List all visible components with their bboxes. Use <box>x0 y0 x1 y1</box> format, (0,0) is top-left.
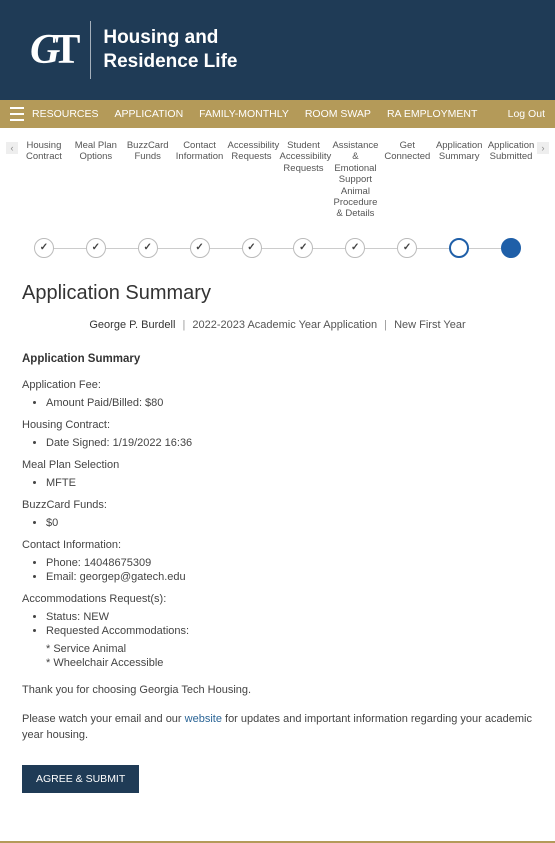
requested-items: * Service Animal * Wheelchair Accessible <box>22 643 533 669</box>
page-title: Application Summary <box>22 282 533 305</box>
accommodations-list: Status: NEW Requested Accommodations: <box>22 611 533 637</box>
step-circle-complete-icon[interactable] <box>293 238 313 258</box>
step-circle-complete-icon[interactable] <box>138 238 158 258</box>
logout-link[interactable]: Log Out <box>508 108 545 120</box>
status-value: NEW <box>83 611 109 623</box>
meta-separator: | <box>178 319 189 331</box>
logo-divider <box>90 21 91 79</box>
nav-resources[interactable]: RESOURCES <box>32 108 99 120</box>
contact-label: Contact Information: <box>22 539 533 551</box>
amount-paid: Amount Paid/Billed: $80 <box>46 397 533 409</box>
date-signed: Date Signed: 1/19/2022 16:36 <box>46 437 533 449</box>
phone-row: Phone: 14048675309 <box>46 557 533 569</box>
step-tracker: ‹ › Housing Contract Meal Plan Options B… <box>0 128 555 268</box>
phone-value: 14048675309 <box>84 557 151 569</box>
nav-ra-employment[interactable]: RA EMPLOYMENT <box>387 108 477 120</box>
step-circles <box>20 238 535 258</box>
dept-title-line2: Residence Life <box>103 50 237 74</box>
meal-plan-label: Meal Plan Selection <box>22 459 533 471</box>
gt-logo: GT <box>30 26 78 74</box>
step-label[interactable]: Contact Information <box>176 140 224 163</box>
app-fee-list: Amount Paid/Billed: $80 <box>22 397 533 409</box>
step-label[interactable]: Get Connected <box>383 140 431 163</box>
meta-separator: | <box>380 319 391 331</box>
buzzcard-list: $0 <box>22 517 533 529</box>
accommodations-label: Accommodations Request(s): <box>22 593 533 605</box>
contact-list: Phone: 14048675309 Email: georgep@gatech… <box>22 557 533 583</box>
app-fee-label: Application Fee: <box>22 379 533 391</box>
step-circle-upcoming-icon[interactable] <box>501 238 521 258</box>
summary-heading: Application Summary <box>22 353 533 365</box>
student-type: New First Year <box>394 319 466 331</box>
step-label[interactable]: Assistance & Emotional Support Animal Pr… <box>332 140 380 220</box>
housing-contract-list: Date Signed: 1/19/2022 16:36 <box>22 437 533 449</box>
hamburger-icon[interactable] <box>10 107 24 121</box>
watch-text: Please watch your email and our website … <box>22 712 533 743</box>
step-circle-complete-icon[interactable] <box>86 238 106 258</box>
step-label[interactable]: BuzzCard Funds <box>124 140 172 163</box>
term: 2022-2023 Academic Year Application <box>192 319 377 331</box>
step-next-icon[interactable]: › <box>537 142 549 154</box>
thanks-text: Thank you for choosing Georgia Tech Hous… <box>22 683 533 698</box>
step-label[interactable]: Housing Contract <box>20 140 68 163</box>
status-label: Status: <box>46 611 80 623</box>
nav-room-swap[interactable]: ROOM SWAP <box>305 108 371 120</box>
agree-submit-button[interactable]: AGREE & SUBMIT <box>22 765 139 793</box>
req-item: * Wheelchair Accessible <box>46 657 533 669</box>
meal-plan-value: MFTE <box>46 477 533 489</box>
nav-family-monthly[interactable]: FAMILY-MONTHLY <box>199 108 289 120</box>
step-prev-icon[interactable]: ‹ <box>6 142 18 154</box>
email-label: Email: <box>46 571 77 583</box>
main-content: Application Summary George P. Burdell | … <box>0 268 555 823</box>
phone-label: Phone: <box>46 557 81 569</box>
logo-block: GT Housing and Residence Life <box>30 21 237 79</box>
email-value: georgep@gatech.edu <box>80 571 186 583</box>
housing-contract-label: Housing Contract: <box>22 419 533 431</box>
nav-application[interactable]: APPLICATION <box>115 108 184 120</box>
navbar: RESOURCES APPLICATION FAMILY-MONTHLY ROO… <box>0 100 555 128</box>
step-line <box>34 248 521 249</box>
applicant-name: George P. Burdell <box>89 319 175 331</box>
header-banner: GT Housing and Residence Life <box>0 0 555 100</box>
step-circle-complete-icon[interactable] <box>190 238 210 258</box>
step-circle-current-icon[interactable] <box>449 238 469 258</box>
applicant-meta: George P. Burdell | 2022-2023 Academic Y… <box>22 319 533 331</box>
step-label[interactable]: Student Accessibility Requests <box>280 140 328 174</box>
step-label[interactable]: Accessibility Requests <box>228 140 276 163</box>
step-circle-complete-icon[interactable] <box>34 238 54 258</box>
watch-pre: Please watch your email and our <box>22 713 185 725</box>
step-circle-complete-icon[interactable] <box>242 238 262 258</box>
step-circle-complete-icon[interactable] <box>345 238 365 258</box>
dept-title: Housing and Residence Life <box>103 26 237 74</box>
meal-plan-list: MFTE <box>22 477 533 489</box>
buzzcard-label: BuzzCard Funds: <box>22 499 533 511</box>
step-label[interactable]: Application Summary <box>435 140 483 163</box>
step-labels: Housing Contract Meal Plan Options BuzzC… <box>20 140 535 220</box>
buzzcard-value: $0 <box>46 517 533 529</box>
dept-title-line1: Housing and <box>103 26 237 50</box>
step-circle-complete-icon[interactable] <box>397 238 417 258</box>
status-row: Status: NEW <box>46 611 533 623</box>
website-link[interactable]: website <box>185 713 222 725</box>
email-row: Email: georgep@gatech.edu <box>46 571 533 583</box>
nav-links: RESOURCES APPLICATION FAMILY-MONTHLY ROO… <box>32 108 508 120</box>
step-label[interactable]: Application Submitted <box>487 140 535 163</box>
req-item: * Service Animal <box>46 643 533 655</box>
requested-label: Requested Accommodations: <box>46 625 533 637</box>
step-label[interactable]: Meal Plan Options <box>72 140 120 163</box>
